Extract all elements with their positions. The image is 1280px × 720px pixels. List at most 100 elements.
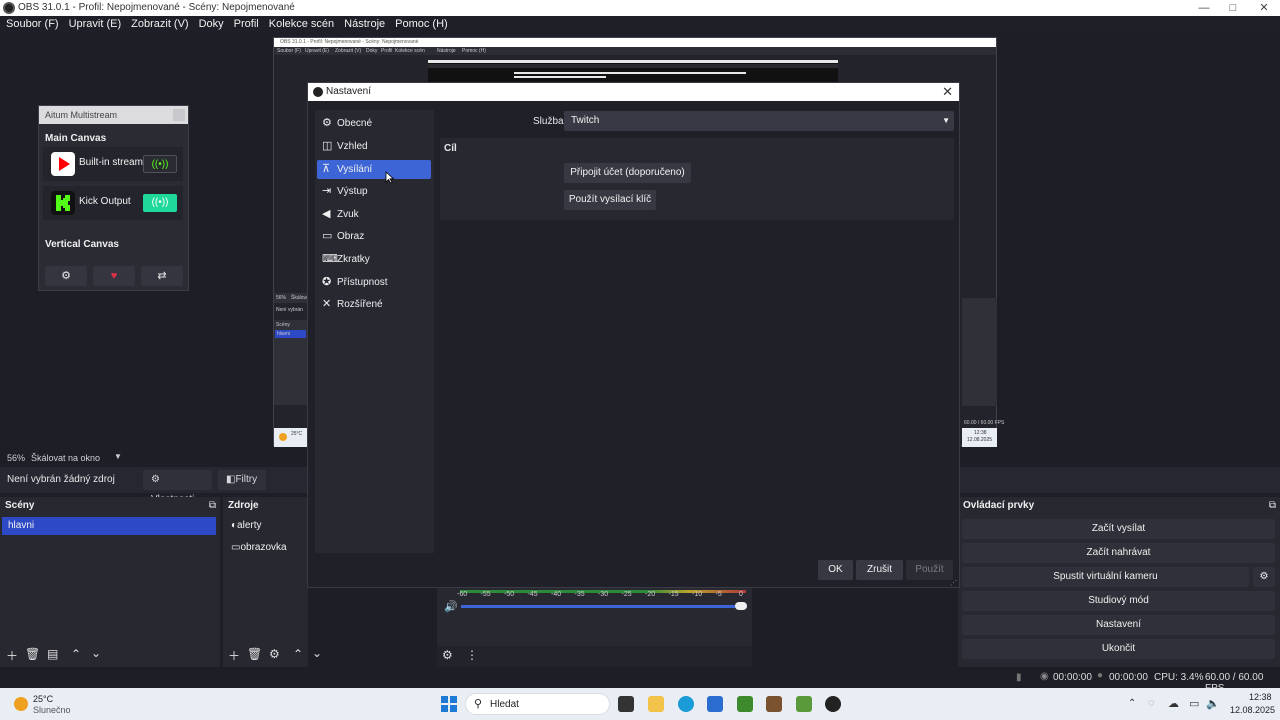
clock-date[interactable]: 12.08.2025 [1230, 705, 1275, 715]
trash-icon[interactable]: 🗑 [247, 647, 262, 661]
meter-tick-label: -5 [715, 591, 722, 598]
minecraft-launcher-icon[interactable] [796, 696, 812, 712]
store-icon[interactable] [707, 696, 723, 712]
builtin-stream-toggle-button[interactable]: ((•)) [143, 155, 177, 173]
service-select[interactable]: Twitch ▼ [564, 111, 954, 131]
scene-item-hlavni[interactable]: hlavni [2, 517, 216, 535]
weather-temp[interactable]: 25°C [33, 694, 53, 704]
sidebar-item-stream[interactable]: ⊼ Vysílání [317, 160, 431, 179]
volume-slider[interactable] [461, 605, 747, 608]
appearance-icon: ◫ [322, 140, 333, 152]
gear-icon[interactable]: ⚙ [442, 648, 453, 662]
sidebar-item-general[interactable]: ⚙ Obecné [317, 114, 431, 133]
ok-button[interactable]: OK [818, 560, 853, 580]
connect-account-button[interactable]: Připojit účet (doporučeno) [564, 163, 691, 183]
aitum-float-button[interactable] [173, 109, 185, 121]
clock-time[interactable]: 12:38 [1249, 692, 1272, 702]
taskbar-search[interactable]: ⚲ Hledat [465, 693, 610, 715]
properties-button[interactable]: ⚙ Vlastnosti [143, 470, 212, 505]
more-options-icon[interactable]: ⋮ [466, 648, 478, 662]
studio-mode-button[interactable]: Studiový mód [962, 591, 1275, 611]
network-icon[interactable]: ▭ [1189, 697, 1199, 710]
menu-edit[interactable]: Upravit (E) [69, 16, 122, 32]
menu-tools[interactable]: Nástroje [344, 16, 385, 32]
cancel-button[interactable]: Zrušit [856, 560, 903, 580]
move-up-icon[interactable]: ⌃ [71, 647, 81, 661]
sidebar-item-video[interactable]: ▭ Obraz [317, 227, 431, 246]
move-down-icon[interactable]: ⌄ [312, 646, 322, 660]
scale-mode-select[interactable]: Škálovat na okno [31, 453, 100, 463]
kick-stream-toggle-button[interactable]: ((•)) [143, 194, 177, 212]
sidebar-item-accessibility[interactable]: ✪ Přístupnost [317, 273, 431, 292]
preview-inner-menu-item: Profil [381, 48, 393, 54]
move-up-icon[interactable]: ⌃ [293, 647, 303, 661]
cloud-icon[interactable]: ☁ [1168, 697, 1179, 710]
sidebar-item-appearance[interactable]: ◫ Vzhled [317, 137, 431, 156]
meter-tick-label: -10 [692, 591, 703, 598]
add-source-button[interactable]: ＋ [228, 647, 240, 664]
creeper-app-icon[interactable] [737, 696, 753, 712]
sidebar-item-label: Přístupnost [337, 277, 388, 288]
sidebar-item-audio[interactable]: ◀ Zvuk [317, 205, 431, 224]
close-window-button[interactable]: ✕ [1250, 0, 1278, 16]
sidebar-item-advanced[interactable]: ✕ Rozšířené [317, 295, 431, 314]
window-title: OBS 31.0.1 - Profil: Nepojmenované - Scé… [18, 2, 295, 13]
sidebar-item-label: Vzhled [337, 141, 368, 152]
use-stream-key-button[interactable]: Použít vysílací klíč [564, 190, 656, 210]
menu-docks[interactable]: Doky [199, 16, 224, 32]
volume-icon[interactable]: 🔈 [1206, 697, 1220, 710]
add-scene-button[interactable]: ＋ [6, 647, 18, 664]
preview-inner-no-source: Není vybrán [276, 307, 303, 313]
undock-icon[interactable]: ⧉ [209, 500, 216, 511]
sidebar-item-output[interactable]: ⇥ Výstup [317, 182, 431, 201]
meter-tick-label: -60 [457, 591, 468, 598]
resize-grip-icon[interactable]: ⋰ [950, 579, 957, 587]
menu-scene-collection[interactable]: Kolekce scén [269, 16, 334, 32]
exit-button[interactable]: Ukončit [962, 639, 1275, 659]
gear-icon: ⚙ [1259, 571, 1269, 582]
menu-profile[interactable]: Profil [234, 16, 259, 32]
sidebar-item-label: Zkratky [337, 254, 370, 265]
file-explorer-icon[interactable] [648, 696, 664, 712]
tray-chevron-icon[interactable]: ⌃ [1128, 698, 1136, 709]
trash-icon[interactable]: 🗑 [25, 647, 40, 661]
filters-button[interactable]: ◧Filtry [218, 470, 266, 490]
maximize-button[interactable]: □ [1219, 0, 1247, 16]
destination-label: Cíl [444, 143, 457, 154]
start-recording-button[interactable]: Začít nahrávat [962, 543, 1275, 563]
sidebar-item-hotkeys[interactable]: ⌨ Zkratky [317, 250, 431, 269]
aitum-settings-button[interactable]: ⚙ [45, 266, 87, 286]
weather-condition[interactable]: Slunečno [33, 705, 71, 715]
settings-button[interactable]: Nastavení [962, 615, 1275, 635]
apply-button[interactable]: Použít [906, 560, 953, 580]
undock-icon[interactable]: ⧉ [1269, 500, 1276, 511]
close-icon[interactable]: ✕ [942, 84, 953, 100]
minimize-button[interactable]: — [1190, 0, 1218, 16]
speaker-icon[interactable]: 🔊 [444, 600, 458, 613]
move-down-icon[interactable]: ⌄ [91, 646, 101, 660]
windows-start-icon[interactable] [441, 696, 457, 712]
aitum-donate-button[interactable]: ♥ [93, 266, 135, 286]
start-streaming-button[interactable]: Začít vysílat [962, 519, 1275, 539]
menu-file[interactable]: Soubor (F) [6, 16, 59, 32]
minecraft-icon[interactable] [766, 696, 782, 712]
edge-icon[interactable] [678, 696, 694, 712]
tray-app-icon[interactable]: ◌ [1148, 697, 1155, 709]
start-virtual-camera-button[interactable]: Spustit virtuální kameru [962, 567, 1249, 587]
preview-inner-menu-item: Upravit (E) [305, 48, 329, 54]
output-icon: ⇥ [322, 185, 332, 197]
menu-help[interactable]: Pomoc (H) [395, 16, 448, 32]
scene-filters-icon[interactable]: ▤ [47, 647, 58, 661]
volume-slider-handle[interactable] [735, 602, 747, 610]
aitum-share-button[interactable]: ⇄ [141, 266, 183, 286]
obs-taskbar-icon[interactable] [825, 696, 841, 712]
source-item-alerty[interactable]: ◐alerty [225, 517, 307, 535]
task-view-icon[interactable] [618, 696, 634, 712]
gear-icon[interactable]: ⚙ [269, 647, 280, 661]
chevron-down-icon[interactable]: ▼ [114, 452, 122, 461]
menu-view[interactable]: Zobrazit (V) [131, 16, 188, 32]
settings-dialog: Nastavení ✕ ⚙ Obecné ◫ Vzhled ⊼ Vysílání ⇥ V… [307, 82, 960, 588]
audio-mixer-dock: -60 -55 -50 -45 -40 -35 -30 -25 -20 -15 -10 -5 0 🔊 ⚙… [437, 588, 752, 667]
virtual-camera-settings-button[interactable]: ⚙ [1253, 567, 1275, 587]
source-item-obrazovka[interactable]: ▭obrazovka [225, 539, 307, 557]
